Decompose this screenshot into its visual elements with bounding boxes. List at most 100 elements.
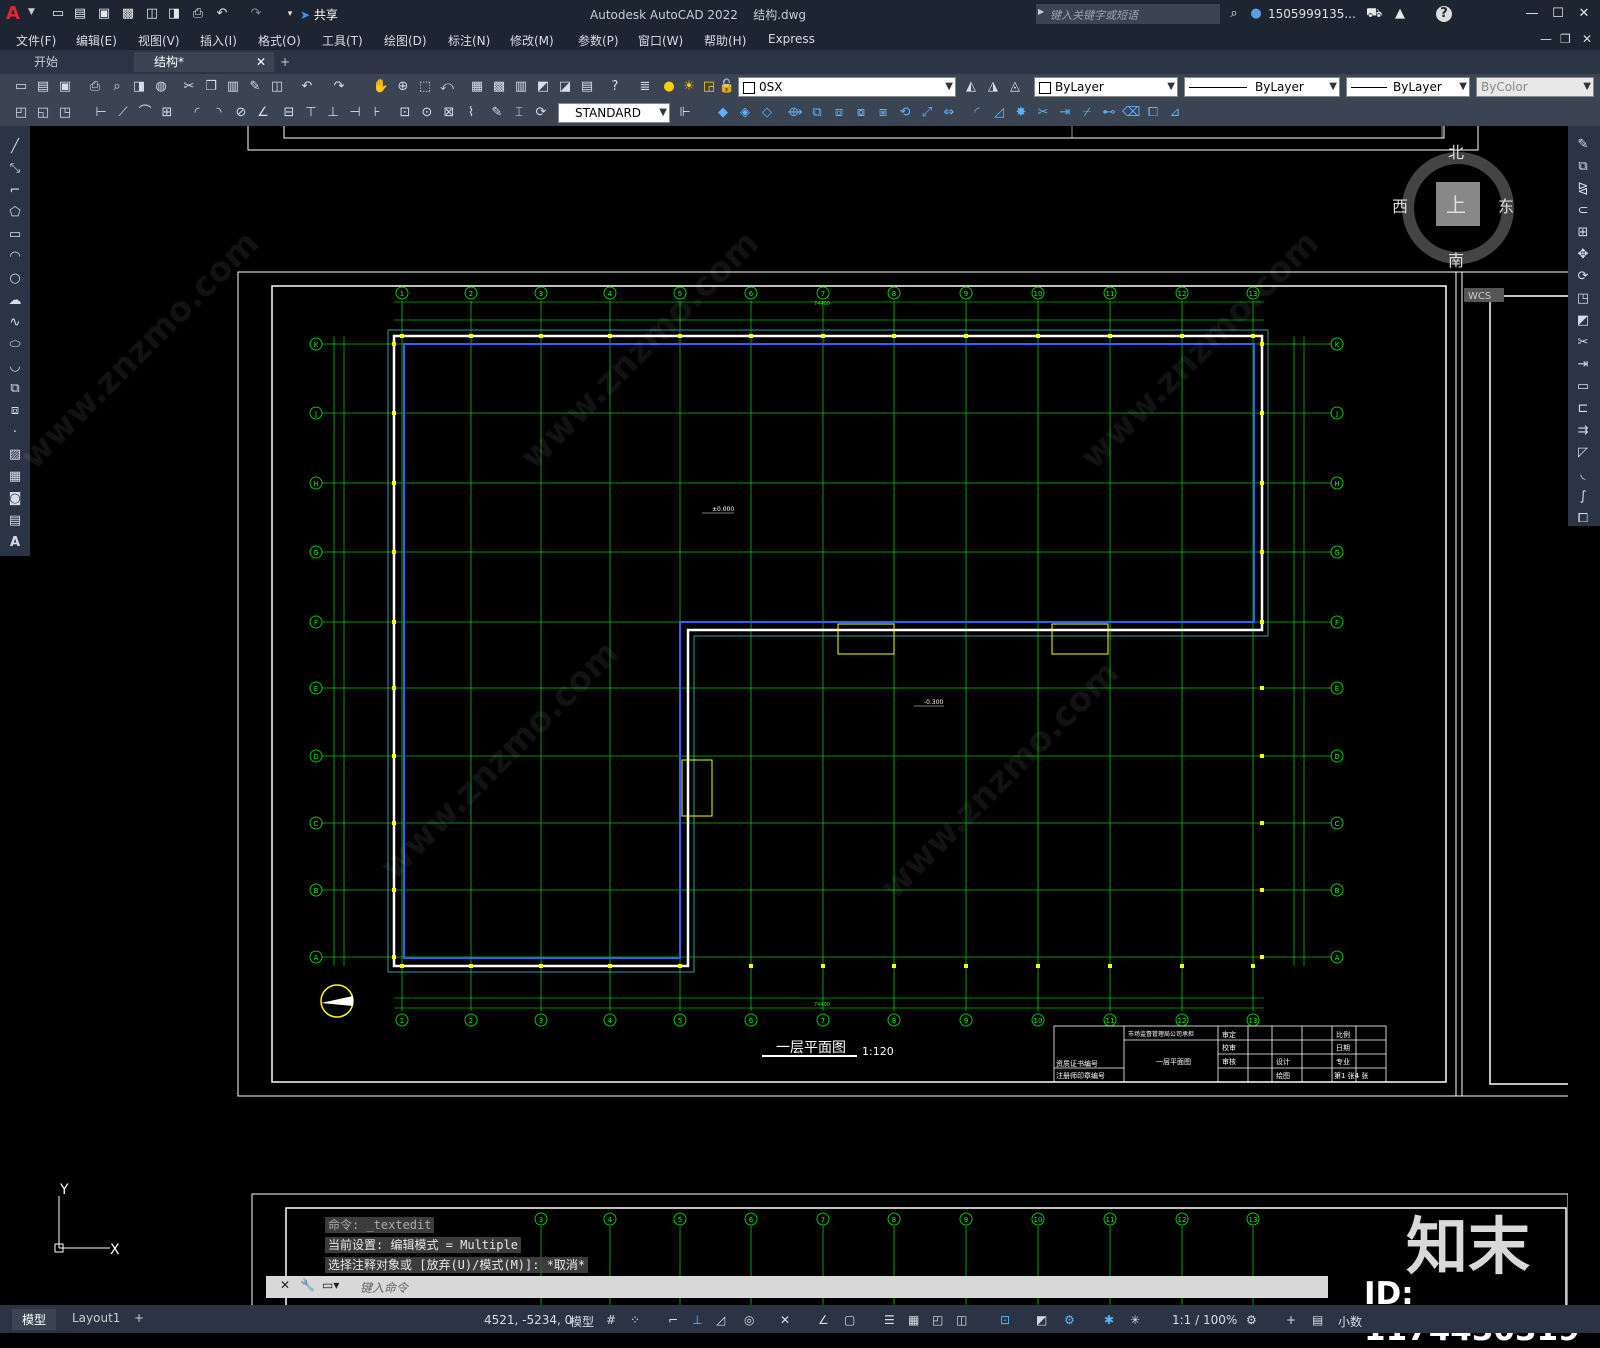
menu-draw[interactable]: 绘图(D) <box>384 32 427 49</box>
stretch-icon[interactable]: ◩ <box>1574 312 1592 330</box>
isodraft-icon[interactable]: ◎ <box>744 1313 754 1327</box>
explode-tool-icon[interactable]: ✸ <box>1012 104 1030 122</box>
maximize-icon[interactable]: ☐ <box>1550 6 1566 22</box>
properties-icon[interactable]: ▦ <box>468 78 486 96</box>
publish-icon[interactable]: ◨ <box>130 78 148 96</box>
undo-tool-icon[interactable]: ↶ <box>298 78 316 96</box>
layer-previous-icon[interactable]: ◮ <box>984 78 1002 96</box>
center-mark-icon[interactable]: ⊙ <box>418 104 436 122</box>
quick-setup-icon[interactable]: ◰ <box>12 104 30 122</box>
break-tool-icon[interactable]: ⌿ <box>1078 104 1096 122</box>
tab-start[interactable]: 开始 <box>0 52 138 72</box>
radius-icon[interactable]: ◜ <box>188 104 206 122</box>
menu-file[interactable]: 文件(F) <box>16 32 56 49</box>
break-icon[interactable]: ⊏ <box>1574 400 1592 418</box>
dim-update-icon[interactable]: ⟳ <box>532 104 550 122</box>
undo-icon[interactable]: ↶ <box>214 6 230 22</box>
close-icon[interactable]: ✕ <box>1576 6 1592 22</box>
command-recent-icon[interactable]: ▭▾ <box>322 1278 339 1292</box>
menu-dimension[interactable]: 标注(N) <box>448 32 490 49</box>
search-icon[interactable]: ⌕ <box>1226 6 1242 22</box>
plotstyle-dropdown[interactable]: ByColor ▼ <box>1476 77 1594 97</box>
tab-close-icon[interactable]: ✕ <box>256 52 266 72</box>
copy-icon[interactable]: ❐ <box>202 78 220 96</box>
layout-tab-model[interactable]: 模型 <box>12 1309 57 1330</box>
trim-icon[interactable]: ✂ <box>1574 334 1592 352</box>
minimize-icon[interactable]: — <box>1524 6 1540 22</box>
units-icon[interactable]: ▤ <box>1312 1313 1323 1327</box>
table-icon[interactable]: ▤ <box>6 512 24 530</box>
new-icon[interactable]: ▭ <box>12 78 30 96</box>
block-insert-icon[interactable]: ◆ <box>714 104 732 122</box>
units-value[interactable]: 小数 <box>1338 1313 1362 1330</box>
design-center-icon[interactable]: ▩ <box>490 78 508 96</box>
tool-palettes-icon[interactable]: ▥ <box>512 78 530 96</box>
open-web-icon[interactable]: ◫ <box>144 6 160 22</box>
menu-parametric[interactable]: 参数(P) <box>578 32 619 49</box>
viewcube-east[interactable]: 东 <box>1498 197 1514 216</box>
gradient-icon[interactable]: ▦ <box>6 468 24 486</box>
draworder-icon[interactable]: ⧠ <box>1144 104 1162 122</box>
dim-style-icon[interactable]: ⊩ <box>676 104 694 122</box>
dynamic-ucs-icon[interactable]: ▢ <box>844 1313 855 1327</box>
save-as-icon[interactable]: ▩ <box>120 6 136 22</box>
help-tool-icon[interactable]: ? <box>606 78 624 96</box>
erase-tool-icon[interactable]: ⌫ <box>1122 104 1140 122</box>
linetype-dropdown[interactable]: ByLayer ▼ <box>1184 77 1340 97</box>
annotation-visibility-icon[interactable]: ⚙ <box>1064 1313 1075 1327</box>
grid-icon[interactable]: # <box>606 1313 616 1327</box>
viewcube[interactable]: 上 北 南 东 西 <box>1392 143 1514 270</box>
text-style-dropdown[interactable]: STANDARD ▼ <box>558 103 670 123</box>
extend-icon[interactable]: ⇥ <box>1574 356 1592 374</box>
search-box[interactable]: ▶ 键入关键字或短语 <box>1036 4 1220 24</box>
move-tool-icon[interactable]: ⟴ <box>786 104 804 122</box>
3d-print-icon[interactable]: ◍ <box>152 78 170 96</box>
workspace-gear-icon[interactable]: ⚙ <box>1246 1313 1257 1327</box>
pan-icon[interactable]: ✋ <box>372 78 390 96</box>
redo-icon[interactable]: ↷ <box>248 6 264 22</box>
annotation-scale-icon[interactable]: ✳ <box>1130 1313 1140 1327</box>
snap-icon[interactable]: ⁘ <box>630 1313 640 1327</box>
annotate-plus-icon[interactable]: + <box>1286 1313 1296 1327</box>
copy-object-icon[interactable]: ⧉ <box>1574 158 1592 176</box>
rectangle-icon[interactable]: ▭ <box>6 226 24 244</box>
new-tab-icon[interactable]: + <box>270 52 300 72</box>
selection-cycling-icon[interactable]: ◰ <box>932 1313 943 1327</box>
osnap-icon[interactable]: ∠ <box>818 1313 829 1327</box>
autodesk-app-icon[interactable]: ▲ <box>1392 6 1408 22</box>
paste-icon[interactable]: ▥ <box>224 78 242 96</box>
zoom-realtime-icon[interactable]: ⊕ <box>394 78 412 96</box>
menu-modify[interactable]: 修改(M) <box>510 32 554 49</box>
command-close-icon[interactable]: ✕ <box>280 1278 290 1292</box>
infer-icon[interactable]: ⌐ <box>668 1313 678 1327</box>
tolerance-icon[interactable]: ⊡ <box>396 104 414 122</box>
plot-tool-icon[interactable]: ⎙ <box>86 78 104 96</box>
aligned-dim-icon[interactable]: ⟋ <box>114 104 132 122</box>
scale-icon[interactable]: ◳ <box>1574 290 1592 308</box>
menu-view[interactable]: 视图(V) <box>138 32 180 49</box>
angular-icon[interactable]: ∠ <box>254 104 272 122</box>
quick-dim-icon[interactable]: ⊟ <box>280 104 298 122</box>
layer-dropdown[interactable]: 0SX ▼ <box>738 77 956 97</box>
block-write-icon[interactable]: ◇ <box>758 104 776 122</box>
redo-tool-icon[interactable]: ↷ <box>330 78 348 96</box>
menu-insert[interactable]: 插入(I) <box>200 32 237 49</box>
cut-icon[interactable]: ✂ <box>180 78 198 96</box>
extend-tool-icon[interactable]: ⇥ <box>1056 104 1074 122</box>
mirror-icon[interactable]: ⧎ <box>1574 180 1592 198</box>
chamfer-icon[interactable]: ◸ <box>1574 444 1592 462</box>
inspect-icon[interactable]: ⊠ <box>440 104 458 122</box>
copy-tool-icon[interactable]: ⧉ <box>808 104 826 122</box>
zoom-window-icon[interactable]: ⬚ <box>416 78 434 96</box>
revcloud-icon[interactable]: ☁ <box>6 292 24 310</box>
plot-icon[interactable]: ⎙ <box>190 6 206 22</box>
3d-osnap-icon[interactable]: ◫ <box>956 1313 967 1327</box>
user-name[interactable]: 1505999135... <box>1268 7 1356 21</box>
spline-icon[interactable]: ∿ <box>6 314 24 332</box>
line-icon[interactable]: ╱ <box>6 138 24 156</box>
stretch-tool-icon[interactable]: ⇔ <box>940 104 958 122</box>
dim-linear-icon[interactable]: ◱ <box>34 104 52 122</box>
trim-tool-icon[interactable]: ✂ <box>1034 104 1052 122</box>
model-space-button[interactable]: 模型 <box>570 1313 594 1330</box>
dynamic-input-icon[interactable]: ⊡ <box>1000 1313 1010 1327</box>
